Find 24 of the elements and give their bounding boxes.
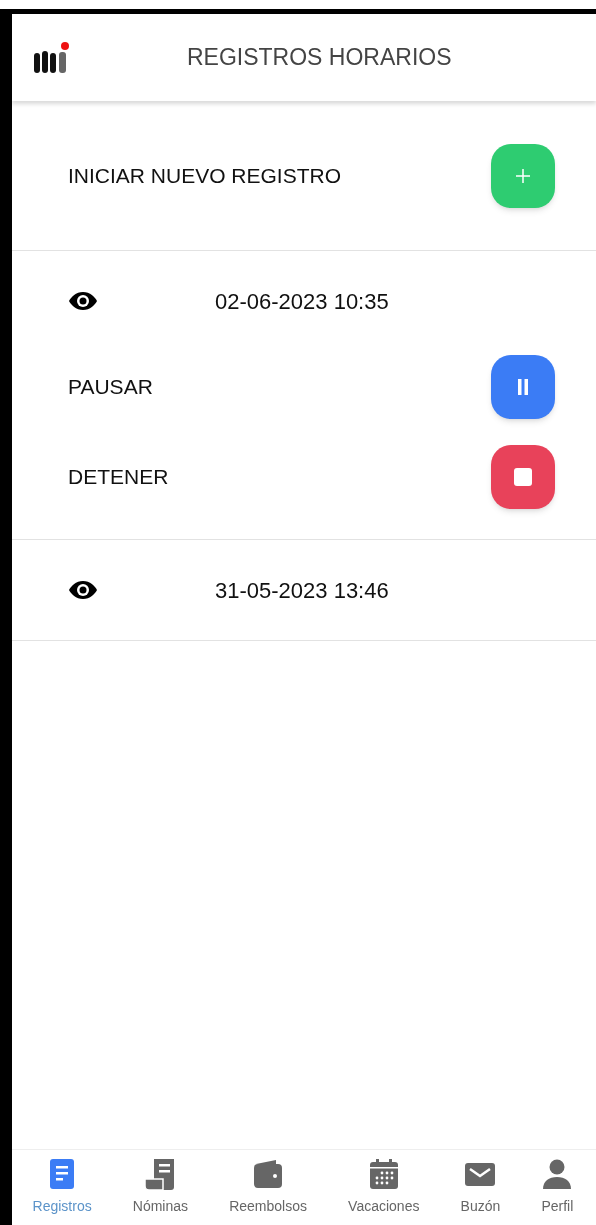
add-button[interactable] [491, 143, 555, 208]
nav-tab[interactable]: Nóminas [132, 1158, 189, 1217]
action-label: DETENER [68, 464, 169, 491]
pause-icon [517, 379, 529, 395]
new-record-label: INICIAR NUEVO REGISTRO [68, 162, 342, 189]
stop-button[interactable] [491, 445, 555, 509]
stop-icon [514, 468, 532, 486]
eye-icon[interactable] [68, 580, 98, 600]
nav-tab[interactable]: Registros [32, 1158, 92, 1217]
wallet-icon [252, 1158, 285, 1190]
person-icon [541, 1158, 574, 1190]
calendar-icon [367, 1158, 400, 1190]
nav-tab[interactable]: Reembolsos [229, 1158, 307, 1217]
page-title: REGISTROS HORARIOS [187, 43, 452, 73]
nav-tab[interactable]: Buzón [460, 1158, 501, 1217]
record-datetime: 31-05-2023 13:46 [215, 576, 389, 605]
nav-tab[interactable]: Perfil [541, 1158, 574, 1217]
plus-icon [516, 168, 530, 183]
action-label: PAUSAR [68, 374, 153, 401]
record-datetime: 02-06-2023 10:35 [215, 287, 389, 316]
nav-tab[interactable]: Vacaciones [348, 1158, 420, 1217]
pause-button[interactable] [491, 355, 555, 419]
receipt-icon [144, 1158, 177, 1190]
eye-icon[interactable] [68, 291, 98, 311]
